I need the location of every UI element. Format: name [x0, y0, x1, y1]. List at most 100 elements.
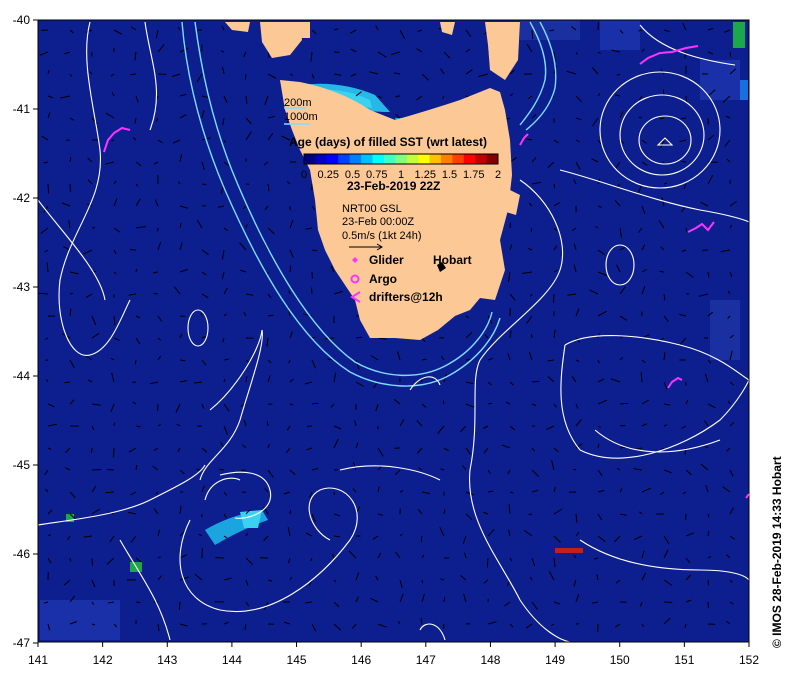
colorbar-segment	[418, 154, 431, 164]
x-axis: 141 142 143 144 145 146 147 148 149 150 151 152	[28, 642, 759, 667]
current-vector	[619, 402, 629, 405]
colorbar-tick-label: 2	[495, 169, 501, 181]
x-tick-label: 151	[674, 653, 694, 667]
x-tick-label: 146	[351, 653, 371, 667]
current-vector	[659, 270, 665, 273]
colorbar-segment	[383, 154, 396, 164]
argo-label: Argo	[369, 272, 397, 286]
x-tick-label: 149	[545, 653, 565, 667]
current-vector	[553, 183, 556, 189]
current-vector	[619, 425, 626, 427]
current-vector	[289, 509, 292, 515]
y-tick-label: -41	[13, 102, 31, 116]
x-tick-label: 147	[416, 653, 436, 667]
current-vector	[311, 287, 313, 295]
current-vector	[553, 293, 555, 304]
colorbar-tick-label: 0.25	[318, 169, 339, 181]
current-vector	[267, 314, 274, 317]
current-vector	[443, 623, 445, 629]
x-tick-label: 145	[287, 653, 307, 667]
x-tick-label: 141	[28, 653, 48, 667]
current-vector	[486, 557, 489, 568]
isobath-200-label: 200m	[284, 97, 312, 109]
current-vector	[680, 117, 687, 120]
current-vector	[64, 381, 71, 384]
current-vector	[509, 222, 511, 229]
colorbar-segment	[452, 154, 465, 164]
current-vector	[179, 359, 186, 362]
current-vector	[729, 51, 732, 58]
current-vector	[244, 73, 247, 80]
colorbar-segment	[349, 154, 362, 164]
current-vector	[443, 596, 446, 603]
current-vector	[178, 601, 181, 610]
current-vector	[531, 380, 540, 383]
colorbar-segment	[315, 154, 328, 164]
date-label: 23-Feb-2019 22Z	[347, 179, 440, 193]
x-tick-label: 148	[480, 653, 500, 667]
current-vector	[681, 160, 687, 163]
colorbar-segment	[395, 154, 408, 164]
colorbar-segment	[486, 154, 499, 164]
age-title: Age (days) of filled SST (wrt latest)	[289, 135, 487, 149]
current-vector	[105, 491, 115, 494]
colorbar-segment	[463, 154, 476, 164]
current-vector	[528, 513, 533, 515]
colorbar-tick-label: 0	[301, 169, 307, 181]
y-tick-label: -46	[13, 547, 31, 561]
colorbar-tick-label: 1.75	[463, 169, 484, 181]
current-source: NRT00 GSL	[342, 203, 402, 215]
current-time: 23-Feb 00:00Z	[342, 216, 414, 228]
x-tick-label: 150	[610, 653, 630, 667]
current-vector	[289, 265, 292, 273]
y-tick-label: -44	[13, 369, 31, 383]
x-tick-label: 152	[739, 653, 759, 667]
y-tick-label: -45	[13, 458, 31, 472]
isobath-1000-label: 1000m	[284, 111, 318, 123]
colorbar-segment	[406, 154, 419, 164]
current-vector	[69, 183, 71, 193]
current-vector	[395, 95, 401, 97]
current-vector	[201, 183, 207, 185]
y-tick-label: -40	[13, 13, 31, 27]
current-vector	[69, 557, 72, 562]
colorbar-segment	[440, 154, 453, 164]
current-vector	[421, 579, 424, 584]
current-vector	[106, 469, 115, 471]
current-vector	[531, 29, 534, 40]
current-vector	[707, 579, 709, 586]
sst-map: 141 142 143 144 145 146 147 148 149 150 151 152 -40…	[13, 13, 784, 667]
current-vector	[333, 535, 340, 538]
current-vector	[47, 183, 50, 194]
colorbar-segment	[429, 154, 442, 164]
x-tick-label: 144	[222, 653, 242, 667]
y-tick-label: -42	[13, 191, 31, 205]
colorbar-segment	[338, 154, 351, 164]
colorbar-segment	[304, 154, 316, 164]
age-colorbar	[303, 153, 499, 165]
y-tick-label: -47	[13, 636, 31, 650]
current-vector	[266, 420, 269, 427]
colorbar-segment	[475, 154, 488, 164]
glider-label: Glider	[369, 253, 404, 267]
current-scale: 0.5m/s (1kt 24h)	[342, 230, 421, 242]
colorbar-segment	[326, 154, 339, 164]
colorbar-tick-label: 1.5	[442, 169, 457, 181]
current-vector	[355, 336, 363, 339]
current-vector	[531, 334, 533, 339]
current-vector	[69, 292, 74, 295]
current-vector	[135, 464, 138, 471]
y-axis: -40 -41 -42 -43 -44 -45 -46 -47	[13, 13, 38, 650]
x-tick-label: 142	[93, 653, 113, 667]
colorbar-segment	[372, 154, 385, 164]
credit-label: © IMOS 28-Feb-2019 14:33 Hobart	[770, 456, 784, 648]
current-vector	[113, 422, 116, 427]
current-vector	[91, 469, 102, 471]
colorbar-segment	[361, 154, 373, 164]
current-vector	[134, 359, 137, 365]
current-vector	[153, 293, 159, 295]
x-tick-label: 143	[157, 653, 177, 667]
current-vector	[113, 447, 115, 458]
drifter-label: drifters@12h	[369, 290, 443, 304]
current-vector	[135, 601, 141, 603]
